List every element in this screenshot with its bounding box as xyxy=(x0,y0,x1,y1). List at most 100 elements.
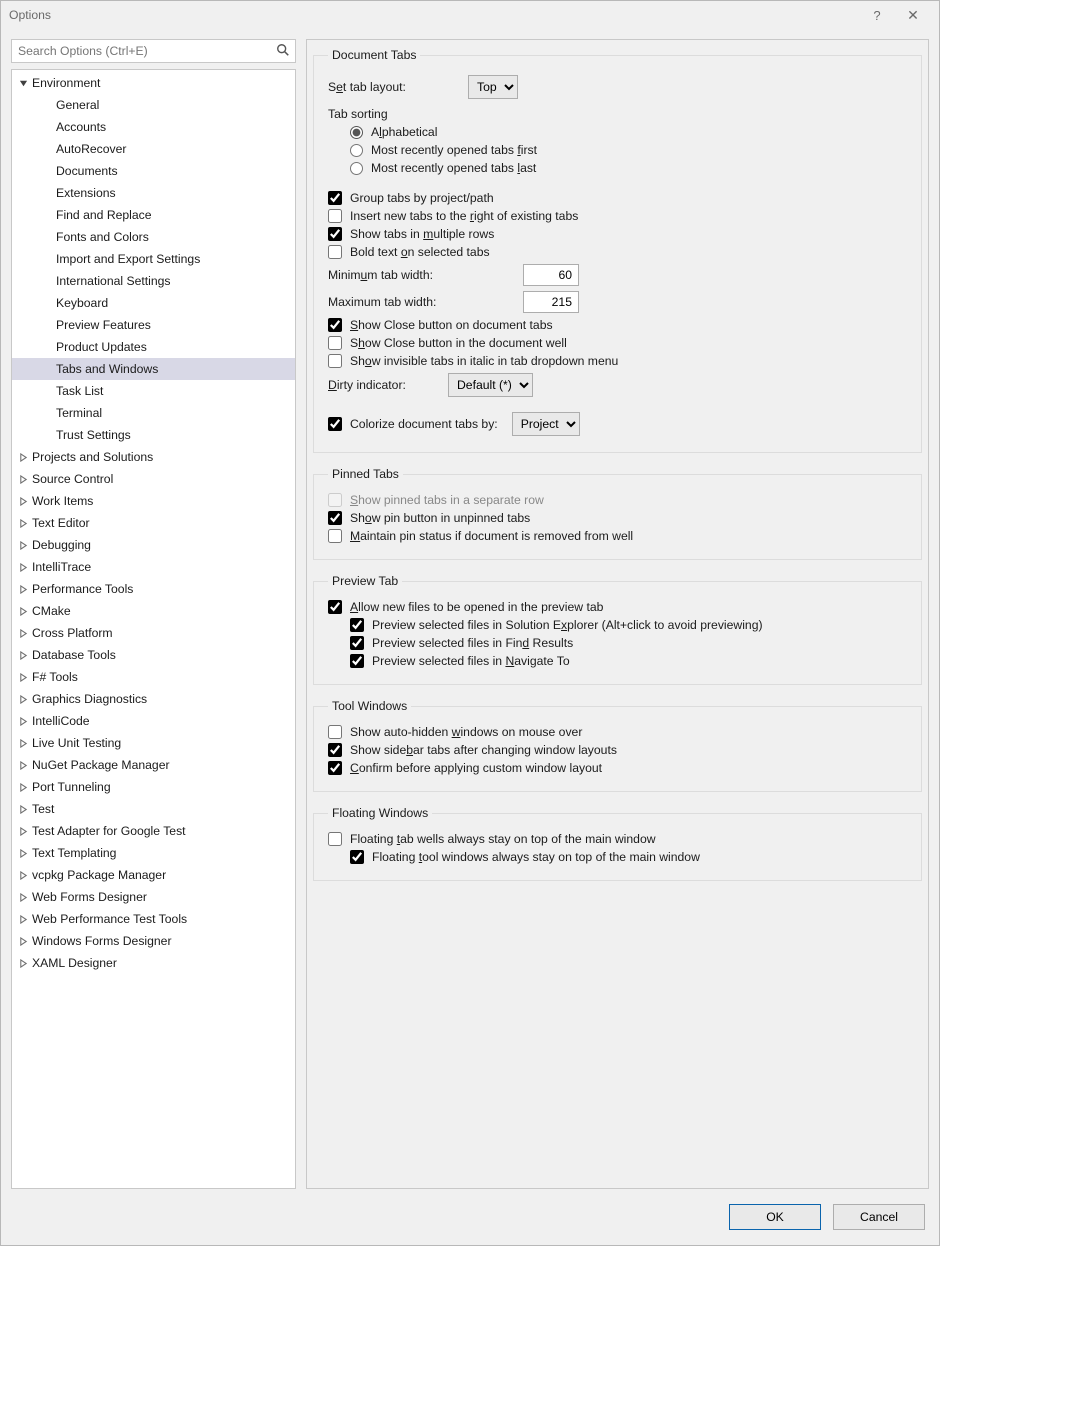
tree-item[interactable]: Task List xyxy=(12,380,295,402)
tree-item[interactable]: Test Adapter for Google Test xyxy=(12,820,295,842)
tree-item[interactable]: AutoRecover xyxy=(12,138,295,160)
tree-item[interactable]: Keyboard xyxy=(12,292,295,314)
tree-item[interactable]: Import and Export Settings xyxy=(12,248,295,270)
radio-alphabetical[interactable]: Alphabetical xyxy=(350,125,911,139)
chevron-right-icon xyxy=(16,673,30,682)
tree-item[interactable]: Product Updates xyxy=(12,336,295,358)
tree-item[interactable]: Graphics Diagnostics xyxy=(12,688,295,710)
titlebar: Options ? ✕ xyxy=(1,1,939,29)
tree-item[interactable]: Port Tunneling xyxy=(12,776,295,798)
cb-pin-button[interactable]: Show pin button in unpinned tabs xyxy=(328,511,911,525)
help-button[interactable]: ? xyxy=(859,8,895,23)
cb-bold-selected[interactable]: Bold text on selected tabs xyxy=(328,245,911,259)
tree-item[interactable]: Terminal xyxy=(12,402,295,424)
tree-item[interactable]: Tabs and Windows xyxy=(12,358,295,380)
tree-item[interactable]: Web Performance Test Tools xyxy=(12,908,295,930)
cb-sidebar-tabs[interactable]: Show sidebar tabs after changing window … xyxy=(328,743,911,757)
tree-item-label: Fonts and Colors xyxy=(54,230,149,244)
cb-floating-tool-windows[interactable]: Floating tool windows always stay on top… xyxy=(328,850,911,864)
tree-item[interactable]: IntelliCode xyxy=(12,710,295,732)
chevron-right-icon xyxy=(16,893,30,902)
close-button[interactable]: ✕ xyxy=(895,7,931,24)
group-legend: Preview Tab xyxy=(328,574,402,588)
max-width-input[interactable] xyxy=(523,291,579,313)
tree-item[interactable]: Accounts xyxy=(12,116,295,138)
tree-item-label: Terminal xyxy=(54,406,102,420)
tree-item[interactable]: Cross Platform xyxy=(12,622,295,644)
tree-item[interactable]: Web Forms Designer xyxy=(12,886,295,908)
radio-recent-last[interactable]: Most recently opened tabs last xyxy=(350,161,911,175)
tree-item-label: Debugging xyxy=(30,538,91,552)
tree-item[interactable]: Windows Forms Designer xyxy=(12,930,295,952)
cb-auto-hidden[interactable]: Show auto-hidden windows on mouse over xyxy=(328,725,911,739)
options-dialog: Options ? ✕ EnvironmentGeneral Accounts Au… xyxy=(0,0,940,1246)
tree-item[interactable]: Debugging xyxy=(12,534,295,556)
tree-item-label: F# Tools xyxy=(30,670,78,684)
ok-button[interactable]: OK xyxy=(729,1204,821,1230)
nav-tree[interactable]: EnvironmentGeneral Accounts AutoRecover Doc… xyxy=(11,69,296,1189)
set-tab-layout-combo[interactable]: Top xyxy=(468,75,518,99)
cb-allow-preview[interactable]: Allow new files to be opened in the prev… xyxy=(328,600,911,614)
tree-item[interactable]: Live Unit Testing xyxy=(12,732,295,754)
tree-item[interactable]: XAML Designer xyxy=(12,952,295,974)
cb-preview-solution-explorer[interactable]: Preview selected files in Solution Explo… xyxy=(328,618,911,632)
tree-item[interactable]: CMake xyxy=(12,600,295,622)
tree-item[interactable]: Preview Features xyxy=(12,314,295,336)
tree-item[interactable]: Extensions xyxy=(12,182,295,204)
tree-item[interactable]: Documents xyxy=(12,160,295,182)
tree-item[interactable]: General xyxy=(12,94,295,116)
settings-panel: Document Tabs Set tab layout: Top Tab so… xyxy=(306,39,929,1189)
tree-item[interactable]: Text Templating xyxy=(12,842,295,864)
tree-item-label: Extensions xyxy=(54,186,116,200)
tree-item[interactable]: Performance Tools xyxy=(12,578,295,600)
dirty-indicator-label: Dirty indicator: xyxy=(328,378,438,392)
chevron-right-icon xyxy=(16,585,30,594)
tree-item[interactable]: Environment xyxy=(12,72,295,94)
chevron-right-icon xyxy=(16,651,30,660)
cancel-button[interactable]: Cancel xyxy=(833,1204,925,1230)
cb-floating-tab-wells[interactable]: Floating tab wells always stay on top of… xyxy=(328,832,911,846)
search-box xyxy=(11,39,296,63)
chevron-down-icon xyxy=(16,79,30,88)
cb-confirm-layout[interactable]: Confirm before applying custom window la… xyxy=(328,761,911,775)
tree-item[interactable]: Work Items xyxy=(12,490,295,512)
tree-item[interactable]: Fonts and Colors xyxy=(12,226,295,248)
cb-close-on-tabs[interactable]: Show Close button on document tabs xyxy=(328,318,911,332)
tree-item[interactable]: Trust Settings xyxy=(12,424,295,446)
cb-pinned-separate[interactable]: Show pinned tabs in a separate row xyxy=(328,493,911,507)
search-input[interactable] xyxy=(11,39,296,63)
tree-item-label: Documents xyxy=(54,164,118,178)
tree-item[interactable]: IntelliTrace xyxy=(12,556,295,578)
tree-item[interactable]: International Settings xyxy=(12,270,295,292)
tree-item[interactable]: vcpkg Package Manager xyxy=(12,864,295,886)
tree-item[interactable]: Source Control xyxy=(12,468,295,490)
tree-item-label: Accounts xyxy=(54,120,106,134)
chevron-right-icon xyxy=(16,717,30,726)
tree-item[interactable]: Database Tools xyxy=(12,644,295,666)
cb-maintain-pin[interactable]: Maintain pin status if document is remov… xyxy=(328,529,911,543)
radio-recent-first[interactable]: Most recently opened tabs first xyxy=(350,143,911,157)
cb-group-tabs[interactable]: Group tabs by project/path xyxy=(328,191,911,205)
chevron-right-icon xyxy=(16,959,30,968)
cb-preview-find-results[interactable]: Preview selected files in Find Results xyxy=(328,636,911,650)
tree-item[interactable]: Test xyxy=(12,798,295,820)
tree-item[interactable]: Find and Replace xyxy=(12,204,295,226)
cb-multi-row[interactable]: Show tabs in multiple rows xyxy=(328,227,911,241)
tree-item-label: Web Performance Test Tools xyxy=(30,912,187,926)
cb-insert-right[interactable]: Insert new tabs to the right of existing… xyxy=(328,209,911,223)
min-width-input[interactable] xyxy=(523,264,579,286)
tree-item[interactable]: Projects and Solutions xyxy=(12,446,295,468)
cb-preview-navigate-to[interactable]: Preview selected files in Navigate To xyxy=(328,654,911,668)
tree-item[interactable]: Text Editor xyxy=(12,512,295,534)
cb-close-in-well[interactable]: Show Close button in the document well xyxy=(328,336,911,350)
chevron-right-icon xyxy=(16,827,30,836)
tree-item[interactable]: NuGet Package Manager xyxy=(12,754,295,776)
tree-item-label: Task List xyxy=(54,384,103,398)
group-legend: Floating Windows xyxy=(328,806,432,820)
tree-item[interactable]: F# Tools xyxy=(12,666,295,688)
cb-invisible-italic[interactable]: Show invisible tabs in italic in tab dro… xyxy=(328,354,911,368)
tree-item-label: vcpkg Package Manager xyxy=(30,868,166,882)
colorize-by-combo[interactable]: Project xyxy=(512,412,580,436)
dirty-indicator-combo[interactable]: Default (*) xyxy=(448,373,533,397)
cb-colorize[interactable]: Colorize document tabs by: Project xyxy=(328,412,911,436)
